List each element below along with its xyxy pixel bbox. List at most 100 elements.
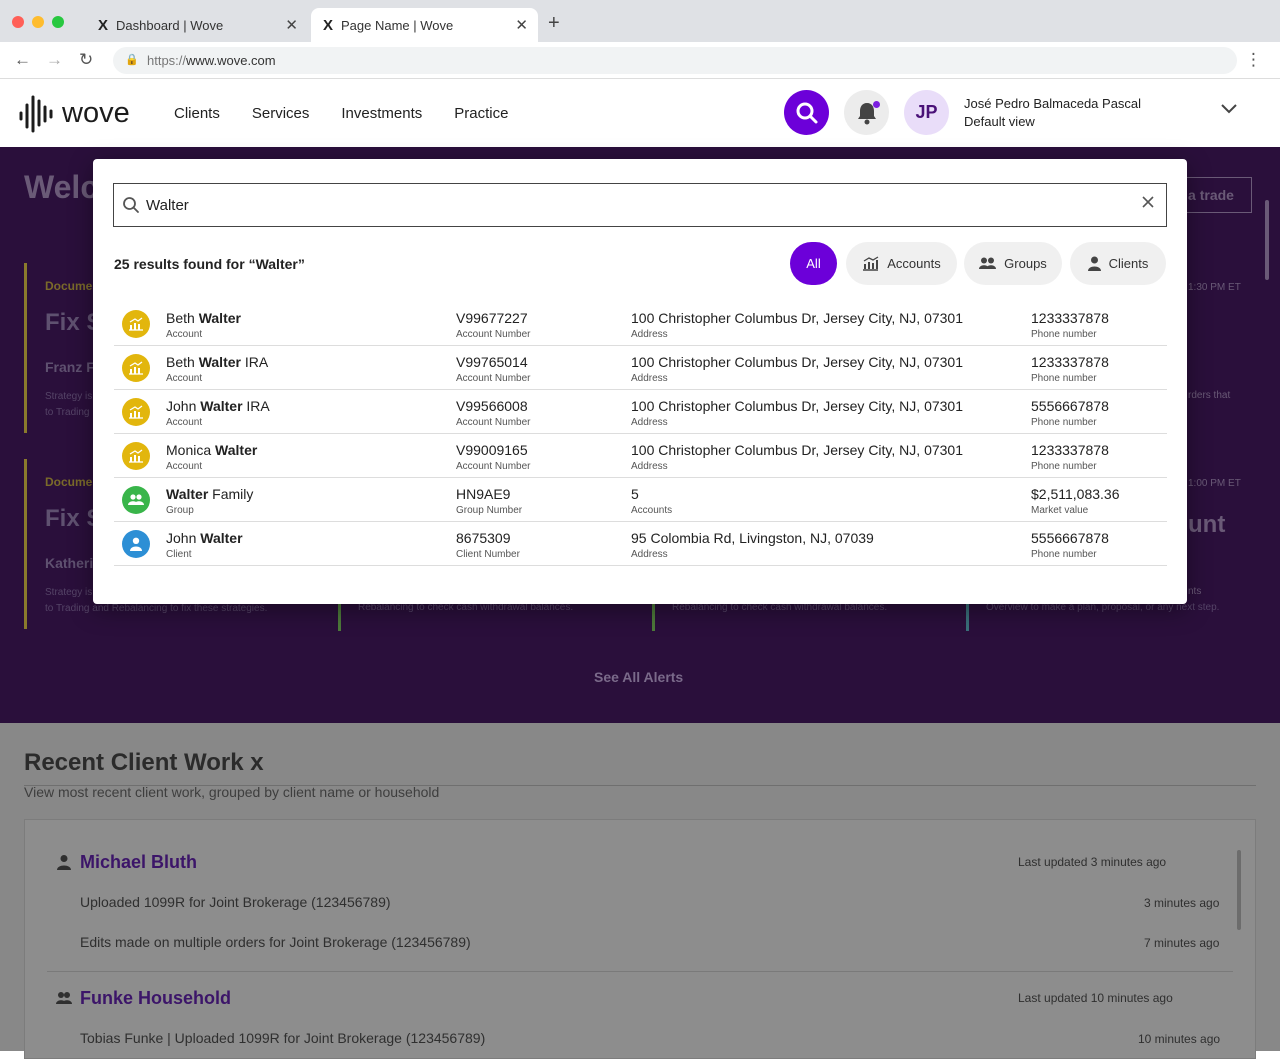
card-caption: Docume [45, 475, 93, 489]
result-detail-label: Accounts [631, 505, 673, 516]
search-result-account[interactable]: John Walter IRA Account V99566008 Account N… [114, 390, 1167, 434]
result-extra: 1233337878 [1031, 310, 1109, 326]
result-extra-label: Phone number [1031, 329, 1097, 340]
wove-favicon-icon: X [98, 16, 109, 34]
browser-tab-bar: X Dashboard | Wove ✕ X Page Name | Wove … [0, 0, 1280, 42]
recent-work-title: Recent Client Work x [24, 749, 264, 776]
result-kind: Account [166, 417, 203, 428]
url-host: www.wove.com [186, 53, 276, 68]
notifications-button[interactable] [844, 90, 889, 135]
work-time: 3 minutes ago [1144, 896, 1220, 910]
window-controls [12, 16, 64, 28]
alert-time: 1:00 PM ET [1188, 478, 1241, 489]
welcome-title: Welc [24, 169, 99, 205]
chevron-down-icon[interactable] [1220, 103, 1238, 115]
search-button[interactable] [784, 90, 829, 135]
close-icon[interactable] [1140, 194, 1156, 210]
close-tab-icon[interactable]: ✕ [285, 16, 298, 34]
work-item[interactable]: Uploaded 1099R for Joint Brokerage (1234… [80, 894, 391, 910]
url-field[interactable]: 🔒 https://www.wove.com [113, 47, 1237, 74]
browser-menu-icon[interactable]: ⋮ [1245, 50, 1262, 70]
result-detail-label: Address [631, 549, 668, 560]
work-item[interactable]: Edits made on multiple orders for Joint … [80, 934, 471, 950]
result-id: V99765014 [456, 354, 528, 370]
person-icon [122, 530, 150, 558]
result-kind: Account [166, 461, 203, 472]
browser-tab-page-name[interactable]: X Page Name | Wove ✕ [311, 8, 538, 42]
url-scheme: https:// [147, 53, 187, 68]
scrollbar[interactable] [1265, 200, 1269, 280]
recent-client-work-section: Recent Client Work x View most recent cl… [0, 723, 1280, 1059]
search-modal: 25 results found for “Walter” All Accoun… [93, 159, 1187, 604]
result-detail-label: Address [631, 373, 668, 384]
result-kind: Client [166, 549, 192, 560]
result-extra: 1233337878 [1031, 442, 1109, 458]
search-result-group[interactable]: Walter Family Group HN9AE9 Group Number 5 Acc… [114, 478, 1167, 522]
result-extra: 5556667878 [1031, 530, 1109, 546]
search-result-client[interactable]: John Walter Client 8675309 Client Number 95 … [114, 522, 1167, 566]
result-detail-label: Address [631, 461, 668, 472]
new-tab-button[interactable]: + [548, 12, 560, 35]
user-view: Default view [964, 114, 1035, 129]
nav-services[interactable]: Services [252, 105, 310, 122]
minimize-window-button[interactable] [32, 16, 44, 28]
nav-investments[interactable]: Investments [341, 105, 422, 122]
card-client: Franz F [45, 359, 95, 375]
recent-work-subtitle: View most recent client work, grouped by… [24, 784, 440, 800]
result-id-label: Account Number [456, 373, 531, 384]
result-id: V99566008 [456, 398, 528, 414]
result-name: Beth Walter [166, 310, 241, 326]
search-result-account[interactable]: Beth Walter IRA Account V99765014 Account N… [114, 346, 1167, 390]
household-name-link[interactable]: Funke Household [80, 988, 231, 1009]
result-detail: 100 Christopher Columbus Dr, Jersey City… [631, 442, 963, 458]
result-extra: 5556667878 [1031, 398, 1109, 414]
app-header: wove Clients Services Investments Practi… [0, 79, 1280, 147]
nav-practice[interactable]: Practice [454, 105, 508, 122]
filter-all[interactable]: All [790, 242, 837, 285]
close-tab-icon[interactable]: ✕ [515, 16, 528, 34]
result-detail: 95 Colombia Rd, Livingston, NJ, 07039 [631, 530, 874, 546]
filter-label: Clients [1108, 256, 1149, 271]
divider [47, 971, 1233, 972]
maximize-window-button[interactable] [52, 16, 64, 28]
people-icon [122, 486, 150, 514]
see-all-alerts-link[interactable]: See All Alerts [594, 669, 683, 685]
back-arrow-icon[interactable]: ← [14, 50, 31, 70]
last-updated: Last updated 3 minutes ago [1018, 855, 1167, 869]
result-extra-label: Phone number [1031, 373, 1097, 384]
search-input[interactable] [146, 196, 1106, 214]
reload-icon[interactable]: ↻ [79, 50, 93, 70]
wove-favicon-icon: X [323, 16, 334, 34]
chart-icon [122, 398, 150, 426]
chart-icon [862, 256, 879, 271]
close-window-button[interactable] [12, 16, 24, 28]
nav-clients[interactable]: Clients [174, 105, 220, 122]
result-detail: 100 Christopher Columbus Dr, Jersey City… [631, 354, 963, 370]
result-name: John Walter IRA [166, 398, 270, 414]
browser-tab-dashboard[interactable]: X Dashboard | Wove ✕ [86, 8, 308, 42]
result-kind: Group [166, 505, 194, 516]
people-icon [56, 991, 72, 1008]
wove-logo[interactable]: wove [18, 91, 130, 135]
client-name-link[interactable]: Michael Bluth [80, 852, 197, 873]
result-id: V99677227 [456, 310, 528, 326]
result-detail: 100 Christopher Columbus Dr, Jersey City… [631, 310, 963, 326]
filter-label: Accounts [887, 256, 941, 271]
result-id: 8675309 [456, 530, 511, 546]
result-id: HN9AE9 [456, 486, 511, 502]
filter-groups[interactable]: Groups [964, 242, 1062, 285]
filter-clients[interactable]: Clients [1070, 242, 1166, 285]
forward-arrow-icon[interactable]: → [46, 50, 63, 70]
card-caption: Docume [45, 279, 93, 293]
result-kind: Account [166, 329, 203, 340]
search-icon [123, 197, 139, 213]
chart-icon [122, 442, 150, 470]
card-desc: rders that [1188, 390, 1231, 401]
search-result-account[interactable]: Monica Walter Account V99009165 Account Num… [114, 434, 1167, 478]
search-result-account[interactable]: Beth Walter Account V99677227 Account Numbe… [114, 302, 1167, 346]
scrollbar[interactable] [1237, 850, 1241, 930]
work-item[interactable]: Tobias Funke | Uploaded 1099R for Joint … [80, 1030, 485, 1046]
avatar[interactable]: JP [904, 90, 949, 135]
filter-accounts[interactable]: Accounts [846, 242, 957, 285]
result-name: John Walter [166, 530, 243, 546]
